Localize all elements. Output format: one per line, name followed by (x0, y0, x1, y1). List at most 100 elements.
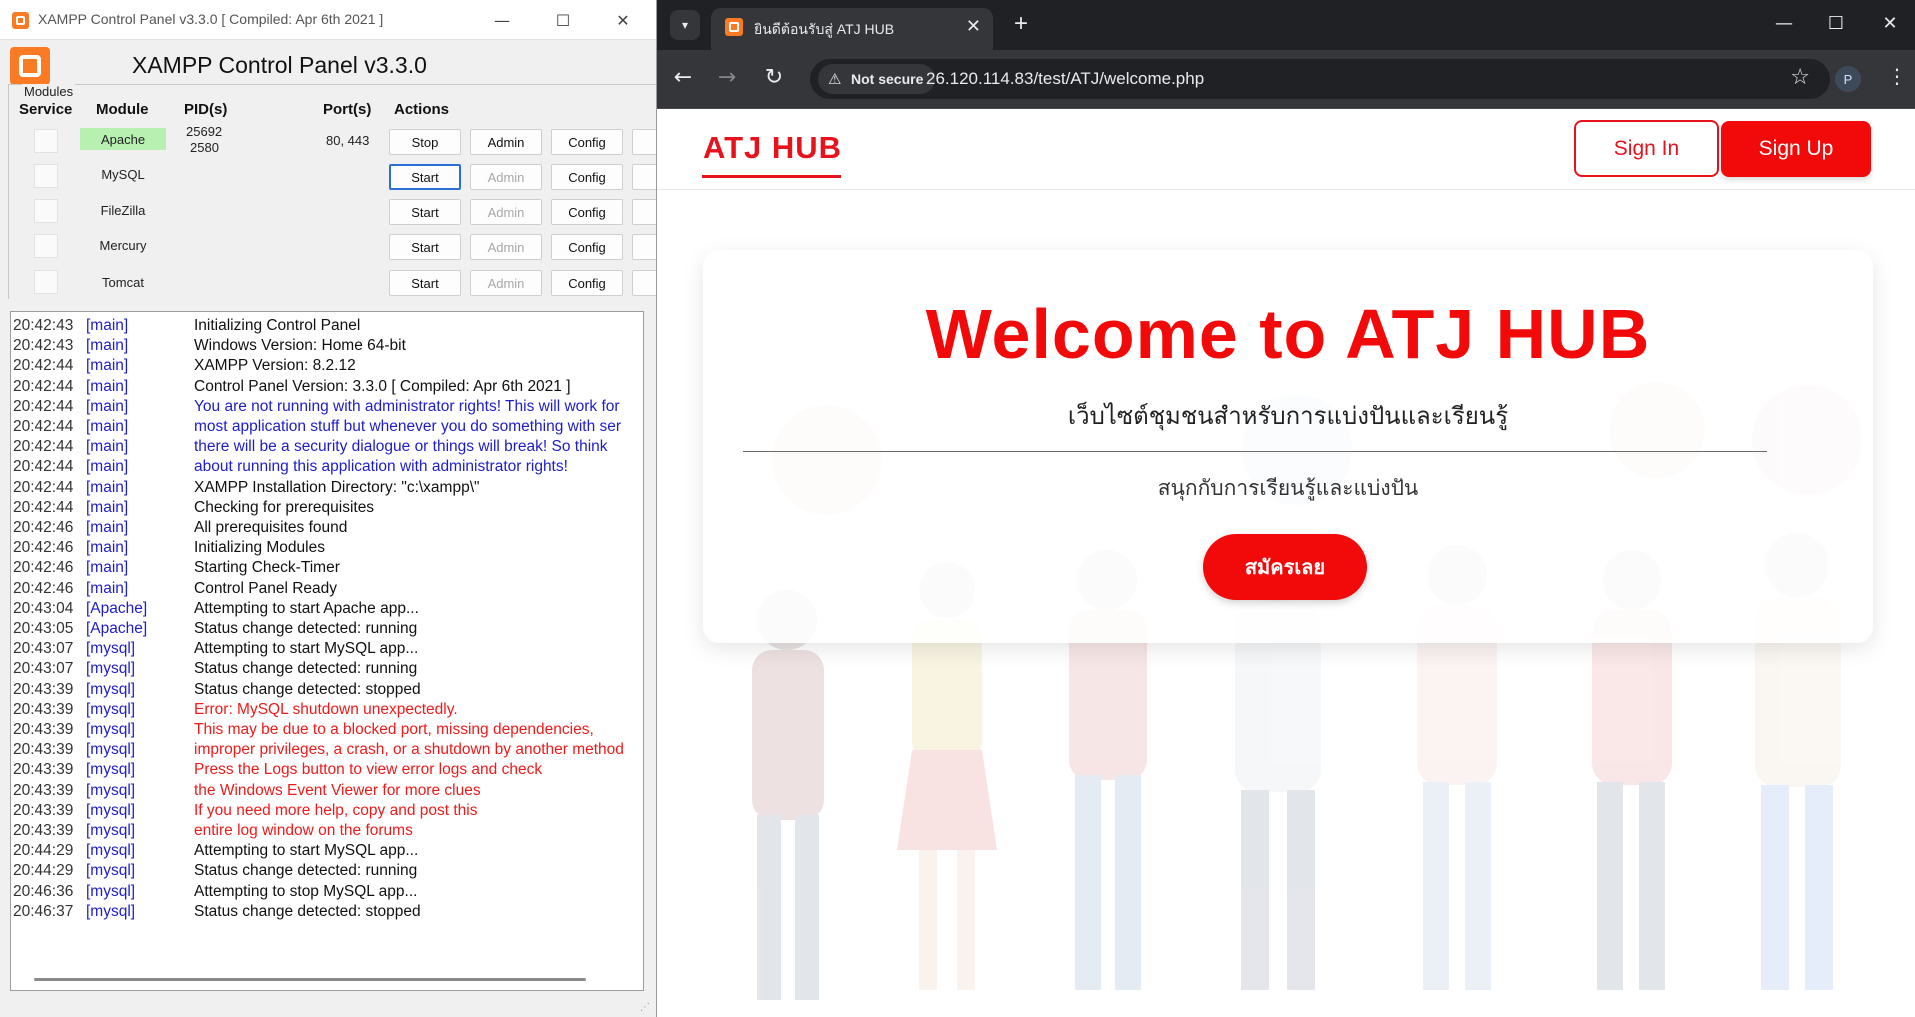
log-message: there will be a security dialogue or thi… (194, 438, 608, 456)
log-panel[interactable]: 20:42:43 [main] Initializing Control Panel… (10, 311, 644, 991)
log-time: 20:42:44 (13, 377, 74, 395)
log-message: Control Panel Version: 3.3.0 [ Compiled:… (194, 377, 571, 395)
log-message: about running this application with admi… (194, 458, 568, 476)
log-line: 20:43:07 [mysql] Attempting to start MySQL… (11, 639, 643, 659)
forward-icon[interactable]: → (712, 65, 742, 90)
log-time: 20:43:04 (13, 599, 74, 617)
module-mercury: Mercury (99, 237, 147, 253)
ports-apache: 80, 443 (326, 133, 370, 148)
log-message: entire log window on the forums (194, 822, 413, 839)
profile-avatar[interactable]: P (1835, 66, 1861, 92)
log-message: Attempting to start MySQL app... (194, 842, 419, 860)
admin-filezilla-button[interactable]: Admin (470, 199, 542, 225)
hero-divider (743, 451, 1767, 452)
browser-close-icon[interactable]: ✕ (1875, 13, 1905, 34)
log-source: [mysql] (86, 761, 136, 779)
start-mysql-button[interactable]: Start (389, 164, 461, 190)
log-line: 20:43:39 [mysql] This may be due to a bloc… (11, 720, 643, 740)
extra-mysql-button[interactable] (632, 164, 656, 190)
service-checkbox-tomcat[interactable] (34, 270, 58, 294)
log-source: [main] (86, 438, 129, 456)
tab-favicon-icon (725, 18, 743, 36)
admin-mercury-button[interactable]: Admin (470, 234, 542, 260)
log-time: 20:43:39 (13, 801, 74, 819)
log-source: [main] (86, 579, 129, 597)
col-pids: PID(s) (184, 101, 228, 118)
log-time: 20:42:46 (13, 579, 74, 597)
log-message: Status change detected: running (194, 660, 418, 678)
log-time: 20:44:29 (13, 842, 74, 860)
service-checkbox-mysql[interactable] (34, 164, 58, 188)
service-checkbox-filezilla[interactable] (34, 199, 58, 223)
menu-kebab-icon[interactable]: ⋮ (1887, 64, 1907, 88)
module-filezilla: FileZilla (100, 202, 146, 218)
log-line: 20:43:39 [mysql] improper privileges, a cr… (11, 740, 643, 760)
register-now-button[interactable]: สมัครเลย (1203, 534, 1367, 600)
extra-apache-button[interactable] (632, 129, 656, 155)
security-chip[interactable]: ⚠ Not secure (818, 64, 936, 94)
log-source: [mysql] (86, 862, 136, 880)
xampp-titlebar: XAMPP Control Panel v3.3.0 [ Compiled: A… (0, 0, 656, 40)
log-message: XAMPP Installation Directory: "c:\xampp\… (194, 478, 480, 496)
log-message: Initializing Modules (194, 539, 325, 557)
address-bar[interactable]: ⚠ Not secure 26.120.114.83/test/ATJ/welc… (810, 59, 1830, 99)
tab-close-icon[interactable]: ✕ (966, 16, 981, 37)
log-time: 20:42:46 (13, 559, 74, 577)
extra-mercury-button[interactable] (632, 234, 656, 260)
log-line: 20:43:39 [mysql] If you need more help, co… (11, 801, 643, 821)
log-line: 20:42:46 [main] Control Panel Ready (11, 579, 643, 599)
log-line: 20:43:39 [mysql] Error: MySQL shutdown une… (11, 700, 643, 720)
admin-apache-button[interactable]: Admin (470, 129, 542, 155)
log-source: [main] (86, 317, 129, 334)
tab-strip: ▾ ยินดีต้อนรับสู่ ATJ HUB ✕ + — ☐ ✕ (657, 0, 1915, 50)
log-line: 20:43:39 [mysql] entire log window on the … (11, 821, 643, 841)
modules-label: Modules (22, 84, 76, 99)
extra-tomcat-button[interactable] (632, 270, 656, 296)
log-time: 20:43:39 (13, 680, 74, 698)
start-mercury-button[interactable]: Start (389, 234, 461, 260)
log-time: 20:43:07 (13, 640, 74, 658)
admin-tomcat-button[interactable]: Admin (470, 270, 542, 296)
brand-logo[interactable]: ATJ HUB (703, 130, 842, 166)
url-text[interactable]: 26.120.114.83/test/ATJ/welcome.php (926, 69, 1204, 89)
browser-maximize-icon[interactable]: ☐ (1821, 13, 1851, 34)
log-line: 20:43:39 [mysql] the Windows Event Viewer … (11, 781, 643, 801)
maximize-icon[interactable]: ☐ (541, 8, 585, 32)
tab-active[interactable]: ยินดีต้อนรับสู่ ATJ HUB ✕ (711, 8, 993, 50)
browser-minimize-icon[interactable]: — (1769, 13, 1799, 34)
log-message: If you need more help, copy and post thi… (194, 801, 478, 819)
reload-icon[interactable]: ↻ (759, 65, 789, 90)
log-source: [mysql] (86, 660, 136, 678)
service-checkbox-apache[interactable] (34, 129, 58, 153)
log-time: 20:42:43 (13, 337, 74, 355)
admin-mysql-button[interactable]: Admin (470, 164, 542, 190)
log-line: 20:42:44 [main] there will be a security d… (11, 437, 643, 457)
back-icon[interactable]: ← (668, 65, 698, 90)
config-mysql-button[interactable]: Config (551, 164, 623, 190)
config-tomcat-button[interactable]: Config (551, 270, 623, 296)
bookmark-star-icon[interactable]: ☆ (1790, 65, 1810, 90)
config-mercury-button[interactable]: Config (551, 234, 623, 260)
log-message: Control Panel Ready (194, 579, 338, 597)
service-checkbox-mercury[interactable] (34, 234, 58, 258)
sign-in-button[interactable]: Sign In (1574, 120, 1719, 177)
close-icon[interactable]: ✕ (601, 8, 645, 32)
stop-apache-button[interactable]: Stop (389, 129, 461, 155)
log-horizontal-scrollbar[interactable] (34, 978, 586, 981)
start-filezilla-button[interactable]: Start (389, 199, 461, 225)
log-time: 20:42:44 (13, 438, 74, 456)
log-message: Starting Check-Timer (194, 559, 340, 577)
log-line: 20:42:44 [main] Checking for prerequisites (11, 498, 643, 518)
log-source: [mysql] (86, 640, 136, 658)
new-tab-icon[interactable]: + (1014, 10, 1028, 38)
config-apache-button[interactable]: Config (551, 129, 623, 155)
log-time: 20:43:05 (13, 620, 74, 637)
pid-apache-1: 25692 (186, 124, 223, 139)
tab-search-icon[interactable]: ▾ (670, 10, 700, 40)
resize-grip-icon[interactable]: ⋰ (640, 1002, 650, 1013)
config-filezilla-button[interactable]: Config (551, 199, 623, 225)
extra-filezilla-button[interactable] (632, 199, 656, 225)
start-tomcat-button[interactable]: Start (389, 270, 461, 296)
minimize-icon[interactable]: — (480, 8, 524, 32)
sign-up-button[interactable]: Sign Up (1721, 121, 1871, 177)
